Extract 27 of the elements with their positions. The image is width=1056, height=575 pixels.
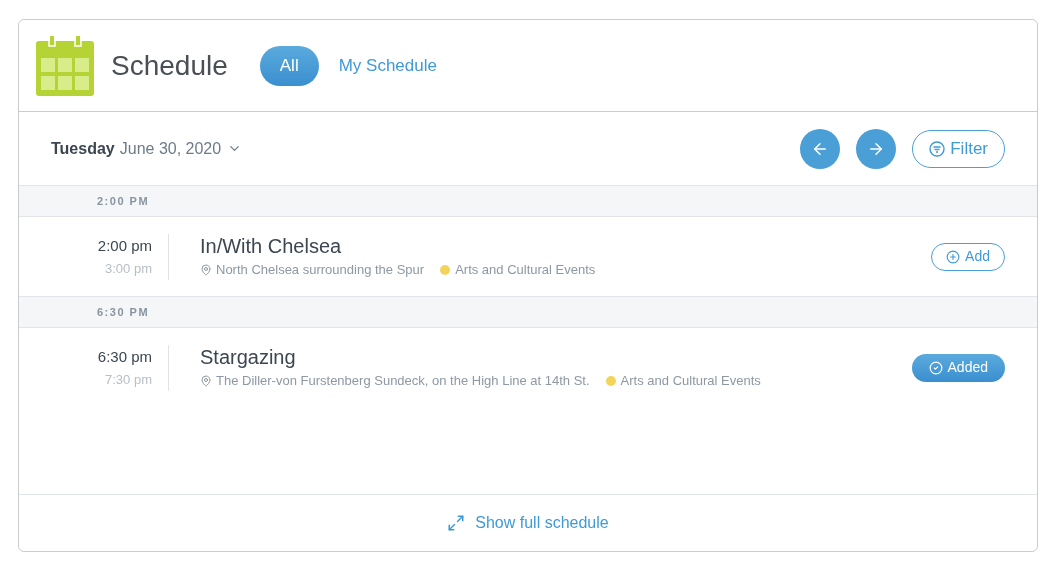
location-pin-icon — [200, 375, 212, 387]
next-button[interactable] — [856, 128, 897, 169]
date-label[interactable]: Tuesday June 30, 2020 — [51, 136, 243, 161]
check-icon — [928, 360, 943, 375]
end-time: 3:00 pm — [105, 260, 152, 278]
start-time: 2:00 pm — [97, 235, 152, 256]
expand-icon — [447, 514, 466, 532]
page-title: Schedule — [111, 48, 228, 83]
added-button[interactable]: Added — [911, 353, 1005, 382]
time-group-header: 2:00 PM — [19, 185, 1037, 217]
event-category: Arts and Cultural Events — [620, 372, 761, 391]
event-location: The Diller-von Furstenberg Sundeck, on the High Line at 14th St. — [216, 372, 590, 391]
time-group-header: 6:30 PM — [19, 296, 1037, 328]
tab[interactable]: All — [259, 45, 319, 86]
calendar-icon — [36, 35, 94, 96]
event-category: Arts and Cultural Events — [455, 261, 596, 280]
event-title[interactable]: In/With Chelsea — [200, 233, 596, 260]
start-time: 6:30 pm — [97, 346, 152, 367]
event-title[interactable]: Stargazing — [200, 344, 761, 371]
show-full-schedule-link[interactable]: Show full schedule — [447, 511, 609, 535]
plus-icon — [946, 249, 961, 264]
tab[interactable]: My Schedule — [338, 45, 437, 86]
previous-button[interactable] — [800, 128, 841, 169]
location-pin-icon — [200, 264, 212, 276]
end-time: 7:30 pm — [105, 371, 152, 389]
filter-icon — [929, 140, 946, 157]
event-location: North Chelsea surrounding the Spur — [216, 261, 425, 280]
